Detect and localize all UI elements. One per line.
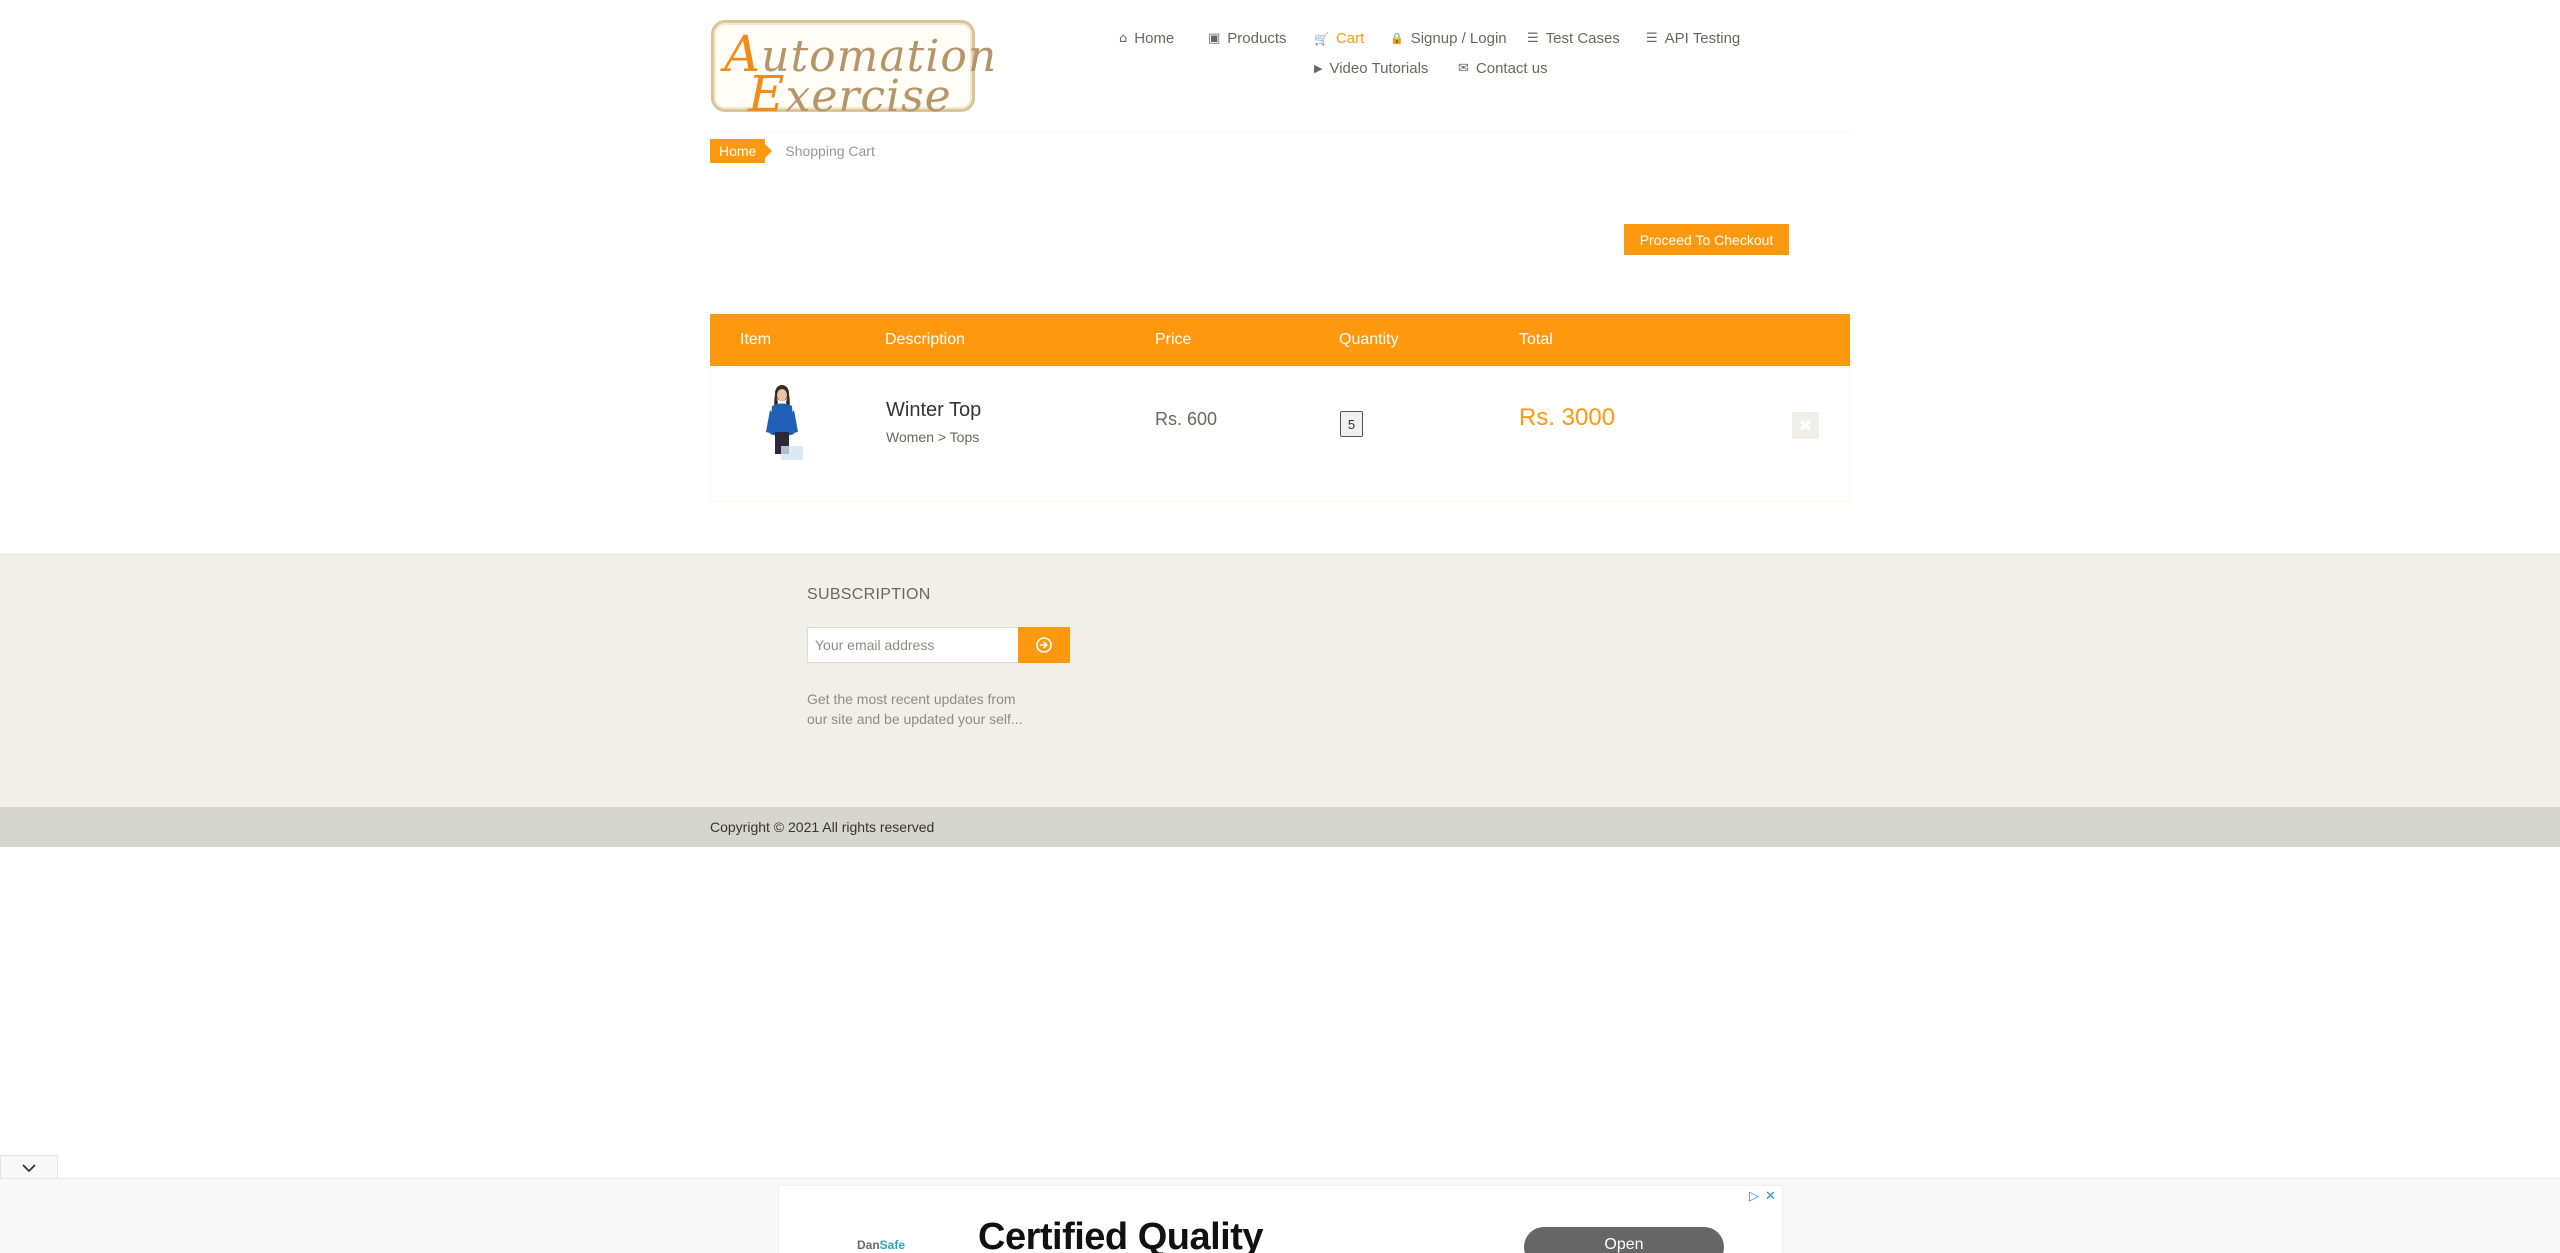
product-name-link[interactable]: Winter Top (886, 399, 981, 422)
ad-brand-a: Dan (857, 1238, 880, 1252)
envelope-icon: ✉ (1458, 61, 1469, 76)
header-price: Price (1155, 331, 1192, 348)
subscribe-button[interactable] (1018, 627, 1070, 663)
ad-brand-b: Safe (879, 1238, 906, 1252)
ad-choices-icon[interactable]: ▷ (1749, 1188, 1759, 1204)
product-category: Women > Tops (886, 429, 980, 445)
nav-label: Contact us (1475, 60, 1548, 77)
copyright-text: Copyright © 2021 All rights reserved (710, 819, 935, 835)
table-row: Winter Top Women > Tops Rs. 600 5 Rs. 30… (711, 366, 1849, 502)
ad-open-button[interactable]: Open (1524, 1227, 1724, 1253)
cart-icon: 🛒 (1314, 31, 1329, 46)
logo-text-2: xercise (785, 71, 952, 122)
header-total: Total (1519, 331, 1553, 348)
footer-widget: SUBSCRIPTION Get the most recent updates… (0, 553, 2560, 807)
ad-controls: ▷ ✕ (1749, 1188, 1776, 1204)
nav-item-api-testing[interactable]: ☰ API Testing (1646, 30, 1740, 47)
nav-item-products[interactable]: ▣ Products (1208, 30, 1287, 47)
nav-label: Home (1134, 30, 1175, 47)
header-description: Description (885, 331, 966, 348)
lock-icon: 🔒 (1390, 32, 1404, 45)
nav-label: Products (1227, 30, 1287, 47)
logo-line-2: Exercise (748, 65, 952, 123)
nav-label: Signup / Login (1410, 30, 1507, 47)
breadcrumb-current: Shopping Cart (785, 143, 875, 159)
page: Automation Exercise ⌂ Home ▣ Products 🛒 Car… (0, 0, 2560, 1253)
cart-table: Item Description Price Quantity Total Wi… (710, 314, 1850, 502)
list-icon: ☰ (1527, 31, 1539, 46)
ad-brand-logo: DanSafe (857, 1238, 905, 1252)
ad-headline: Certified Quality (978, 1216, 1264, 1253)
nav-item-cart[interactable]: 🛒 Cart (1314, 30, 1364, 47)
home-icon: ⌂ (1119, 31, 1128, 46)
header-quantity: Quantity (1339, 331, 1399, 348)
subscription-title: SUBSCRIPTION (807, 586, 931, 603)
cart-table-header: Item Description Price Quantity Total (710, 314, 1850, 366)
nav-item-video-tutorials[interactable]: ▶ Video Tutorials (1314, 60, 1428, 77)
nav-label: Test Cases (1545, 30, 1620, 47)
products-icon: ▣ (1208, 31, 1221, 46)
nav-label: Video Tutorials (1329, 60, 1429, 77)
nav-item-home[interactable]: ⌂ Home (1119, 30, 1174, 47)
subscription-email-input[interactable] (807, 627, 1019, 663)
subscription-description: Get the most recent updates from our sit… (807, 691, 1023, 727)
close-icon: ✖ (1798, 417, 1813, 435)
ad-bar: DanSafe Certified Quality Open ▷ ✕ (0, 1178, 2560, 1253)
site-logo[interactable]: Automation Exercise (711, 20, 996, 123)
product-quantity: 5 (1340, 411, 1363, 437)
nav-label: API Testing (1664, 30, 1741, 47)
ad-collapse-button[interactable] (0, 1155, 58, 1180)
ad-close-icon[interactable]: ✕ (1765, 1188, 1776, 1204)
logo-cap-2: E (748, 65, 786, 123)
delete-item-button[interactable]: ✖ (1792, 412, 1819, 439)
header: Automation Exercise ⌂ Home ▣ Products 🛒 Car… (710, 0, 1850, 132)
youtube-icon: ▶ (1314, 62, 1323, 75)
breadcrumb-home-link[interactable]: Home (710, 139, 773, 163)
product-price: Rs. 600 (1155, 409, 1218, 429)
nav-item-contact-us[interactable]: ✉ Contact us (1458, 60, 1548, 77)
ad-banner[interactable]: DanSafe Certified Quality Open ▷ ✕ (778, 1185, 1783, 1253)
arrow-circle-right-icon (1036, 637, 1052, 653)
footer-bottom: Copyright © 2021 All rights reserved (0, 807, 2560, 847)
header-item: Item (740, 331, 772, 348)
product-image[interactable] (761, 384, 805, 462)
product-total: Rs. 3000 (1519, 404, 1616, 431)
breadcrumb: Home Shopping Cart (710, 139, 875, 163)
chevron-down-icon (22, 1163, 36, 1172)
nav-label: Cart (1335, 30, 1365, 47)
proceed-to-checkout-button[interactable]: Proceed To Checkout (1624, 224, 1789, 255)
nav-item-test-cases[interactable]: ☰ Test Cases (1527, 30, 1620, 47)
list-icon: ☰ (1646, 31, 1658, 46)
nav-item-signup-login[interactable]: 🔒 Signup / Login (1390, 30, 1507, 47)
